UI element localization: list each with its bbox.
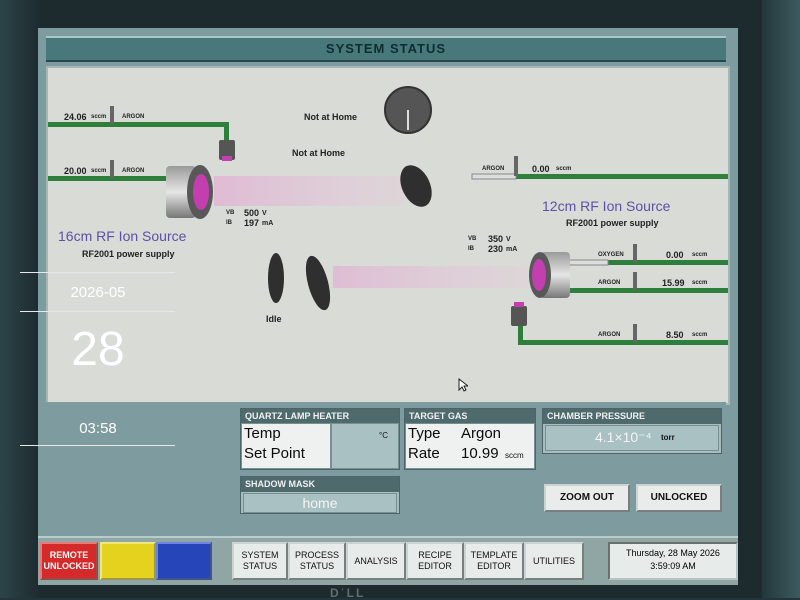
- mfc-right-3-value: 8.50: [666, 330, 684, 340]
- mfc-left-2-unit: sccm: [91, 168, 107, 174]
- gas-line-right-3: [518, 340, 728, 345]
- recipe-editor-button[interactable]: RECIPE EDITOR: [406, 542, 464, 580]
- ion-beam-2: [333, 266, 528, 288]
- mfc-right-1-value: 0.00: [666, 250, 684, 260]
- overlay-divider-3: [20, 445, 175, 446]
- target-gas-panel: TARGET GAS Type Argon Rate 10.99 sccm: [404, 408, 536, 470]
- target-gas-rate-label: Rate: [408, 445, 440, 462]
- emitter-right: [511, 306, 527, 326]
- template-editor-button[interactable]: TEMPLATE EDITOR: [464, 542, 524, 580]
- target-gas-rate-value: 10.99: [461, 445, 499, 462]
- chamber-value: 4.1×10⁻⁴: [595, 429, 652, 445]
- mfc-right-2-gas: ARGON: [598, 280, 621, 286]
- shadow-mask-header: SHADOW MASK: [241, 477, 399, 492]
- overlay-day: 28: [71, 323, 125, 376]
- source16-ib-value: 197: [244, 218, 260, 228]
- system-status-button[interactable]: SYSTEM STATUS: [232, 542, 288, 580]
- overlay-divider-1: [20, 272, 175, 273]
- shadow-mask-panel: SHADOW MASK home: [240, 476, 400, 514]
- target-gas-type-label: Type: [408, 425, 441, 442]
- valve-left-1: [110, 106, 114, 124]
- mfc-left-1-gas: ARGON: [122, 114, 145, 120]
- quartz-temp-label: Temp: [244, 425, 281, 442]
- overlay-year-month: 2026-05: [70, 284, 126, 301]
- chamber-pressure-panel: CHAMBER PRESSURE 4.1×10⁻⁴ torr: [542, 408, 722, 454]
- toolbar: REMOTE UNLOCKED SYSTEM STATUS PROCESS ST…: [38, 536, 738, 585]
- process-status-button[interactable]: PROCESS STATUS: [288, 542, 346, 580]
- idle-shutter-1: [268, 253, 284, 303]
- gas-line-left-1: [48, 122, 229, 142]
- chamber-unit: torr: [661, 433, 675, 442]
- source12-title: 12cm RF Ion Source: [542, 198, 671, 214]
- source12-ib-label: IB: [468, 246, 474, 252]
- ion-beam-1: [214, 176, 404, 206]
- source16-ib-label: IB: [226, 220, 232, 226]
- ion-source-12cm: [529, 252, 570, 298]
- quartz-header: QUARTZ LAMP HEATER: [241, 409, 399, 424]
- mfc-right-2-value: 15.99: [662, 278, 685, 288]
- datetime-display: Thursday, 28 May 2026 3:59:09 AM: [608, 542, 738, 580]
- idle-label: Idle: [266, 314, 282, 324]
- mfc-left-1-unit: sccm: [91, 114, 107, 120]
- remote-unlocked-button[interactable]: REMOTE UNLOCKED: [40, 542, 98, 580]
- shutter-status-2: Not at Home: [292, 148, 346, 158]
- source16-vb-unit: V: [262, 210, 267, 217]
- idle-shutter-2: [305, 255, 331, 311]
- window-title: SYSTEM STATUS: [46, 36, 726, 62]
- source12-vb-unit: V: [506, 236, 511, 243]
- source16-subtitle: RF2001 power supply: [82, 249, 175, 259]
- mfc-right-0-unit: sccm: [556, 166, 572, 172]
- utilities-button[interactable]: UTILITIES: [524, 542, 584, 580]
- gas-line-left-2: [48, 176, 168, 181]
- screen: SYSTEM STATUS 24.06 sccm ARGON 20.00 scc…: [38, 28, 738, 585]
- source16-vb-label: VB: [226, 210, 235, 216]
- ion-source-16cm: [166, 165, 213, 219]
- shutter-status-1: Not at Home: [304, 112, 358, 122]
- zoom-out-button[interactable]: ZOOM OUT: [544, 484, 630, 512]
- analysis-button[interactable]: ANALYSIS: [346, 542, 406, 580]
- source12-vb-value: 350: [488, 234, 504, 244]
- overlay-time: 03:58: [79, 420, 117, 437]
- source16-vb-value: 500: [244, 208, 260, 218]
- mfc-right-1-unit: sccm: [692, 252, 708, 258]
- source16-title: 16cm RF Ion Source: [58, 228, 187, 244]
- mfc-left-2-gas: ARGON: [122, 168, 145, 174]
- quartz-temp-unit: °C: [379, 431, 388, 440]
- gas-line-right-2: [568, 288, 728, 293]
- blue-indicator-button[interactable]: [156, 542, 212, 580]
- source12-ib-value: 230: [488, 244, 504, 254]
- chamber-header: CHAMBER PRESSURE: [543, 409, 721, 424]
- overlay-divider-2: [20, 311, 175, 312]
- mfc-right-2-unit: sccm: [692, 280, 708, 286]
- source12-subtitle: RF2001 power supply: [566, 218, 659, 228]
- valve-left-2: [110, 160, 114, 178]
- time-text: 3:59:09 AM: [650, 561, 696, 571]
- quartz-setpoint-label: Set Point: [244, 445, 305, 462]
- shadow-mask-value: home: [243, 493, 397, 513]
- mfc-right-1-gas: OXYGEN: [598, 252, 624, 258]
- unlocked-button[interactable]: UNLOCKED: [636, 484, 722, 512]
- monitor-bezel-right: [762, 0, 800, 598]
- source12-ib-unit: mA: [506, 246, 518, 253]
- quartz-lamp-heater-panel: QUARTZ LAMP HEATER Temp Set Point °C: [240, 408, 400, 470]
- mfc-right-3-unit: sccm: [692, 332, 708, 338]
- source12-vb-label: VB: [468, 236, 477, 242]
- quartz-value-cell: [331, 423, 399, 469]
- mfc-left-2-value: 20.00: [64, 166, 87, 176]
- mfc-right-0-value: 0.00: [532, 164, 550, 174]
- mfc-left-1-value: 24.06: [64, 112, 87, 122]
- target-gas-rate-unit: sccm: [505, 451, 524, 460]
- date-text: Thursday, 28 May 2026: [626, 548, 720, 558]
- mouse-cursor-icon: [458, 378, 468, 392]
- source16-ib-unit: mA: [262, 220, 274, 227]
- yellow-indicator-button[interactable]: [100, 542, 156, 580]
- mfc-right-3-gas: ARGON: [598, 332, 621, 338]
- mfc-right-0-gas: ARGON: [482, 166, 505, 172]
- target-gas-header: TARGET GAS: [405, 409, 535, 424]
- target-gas-type-value: Argon: [461, 425, 502, 442]
